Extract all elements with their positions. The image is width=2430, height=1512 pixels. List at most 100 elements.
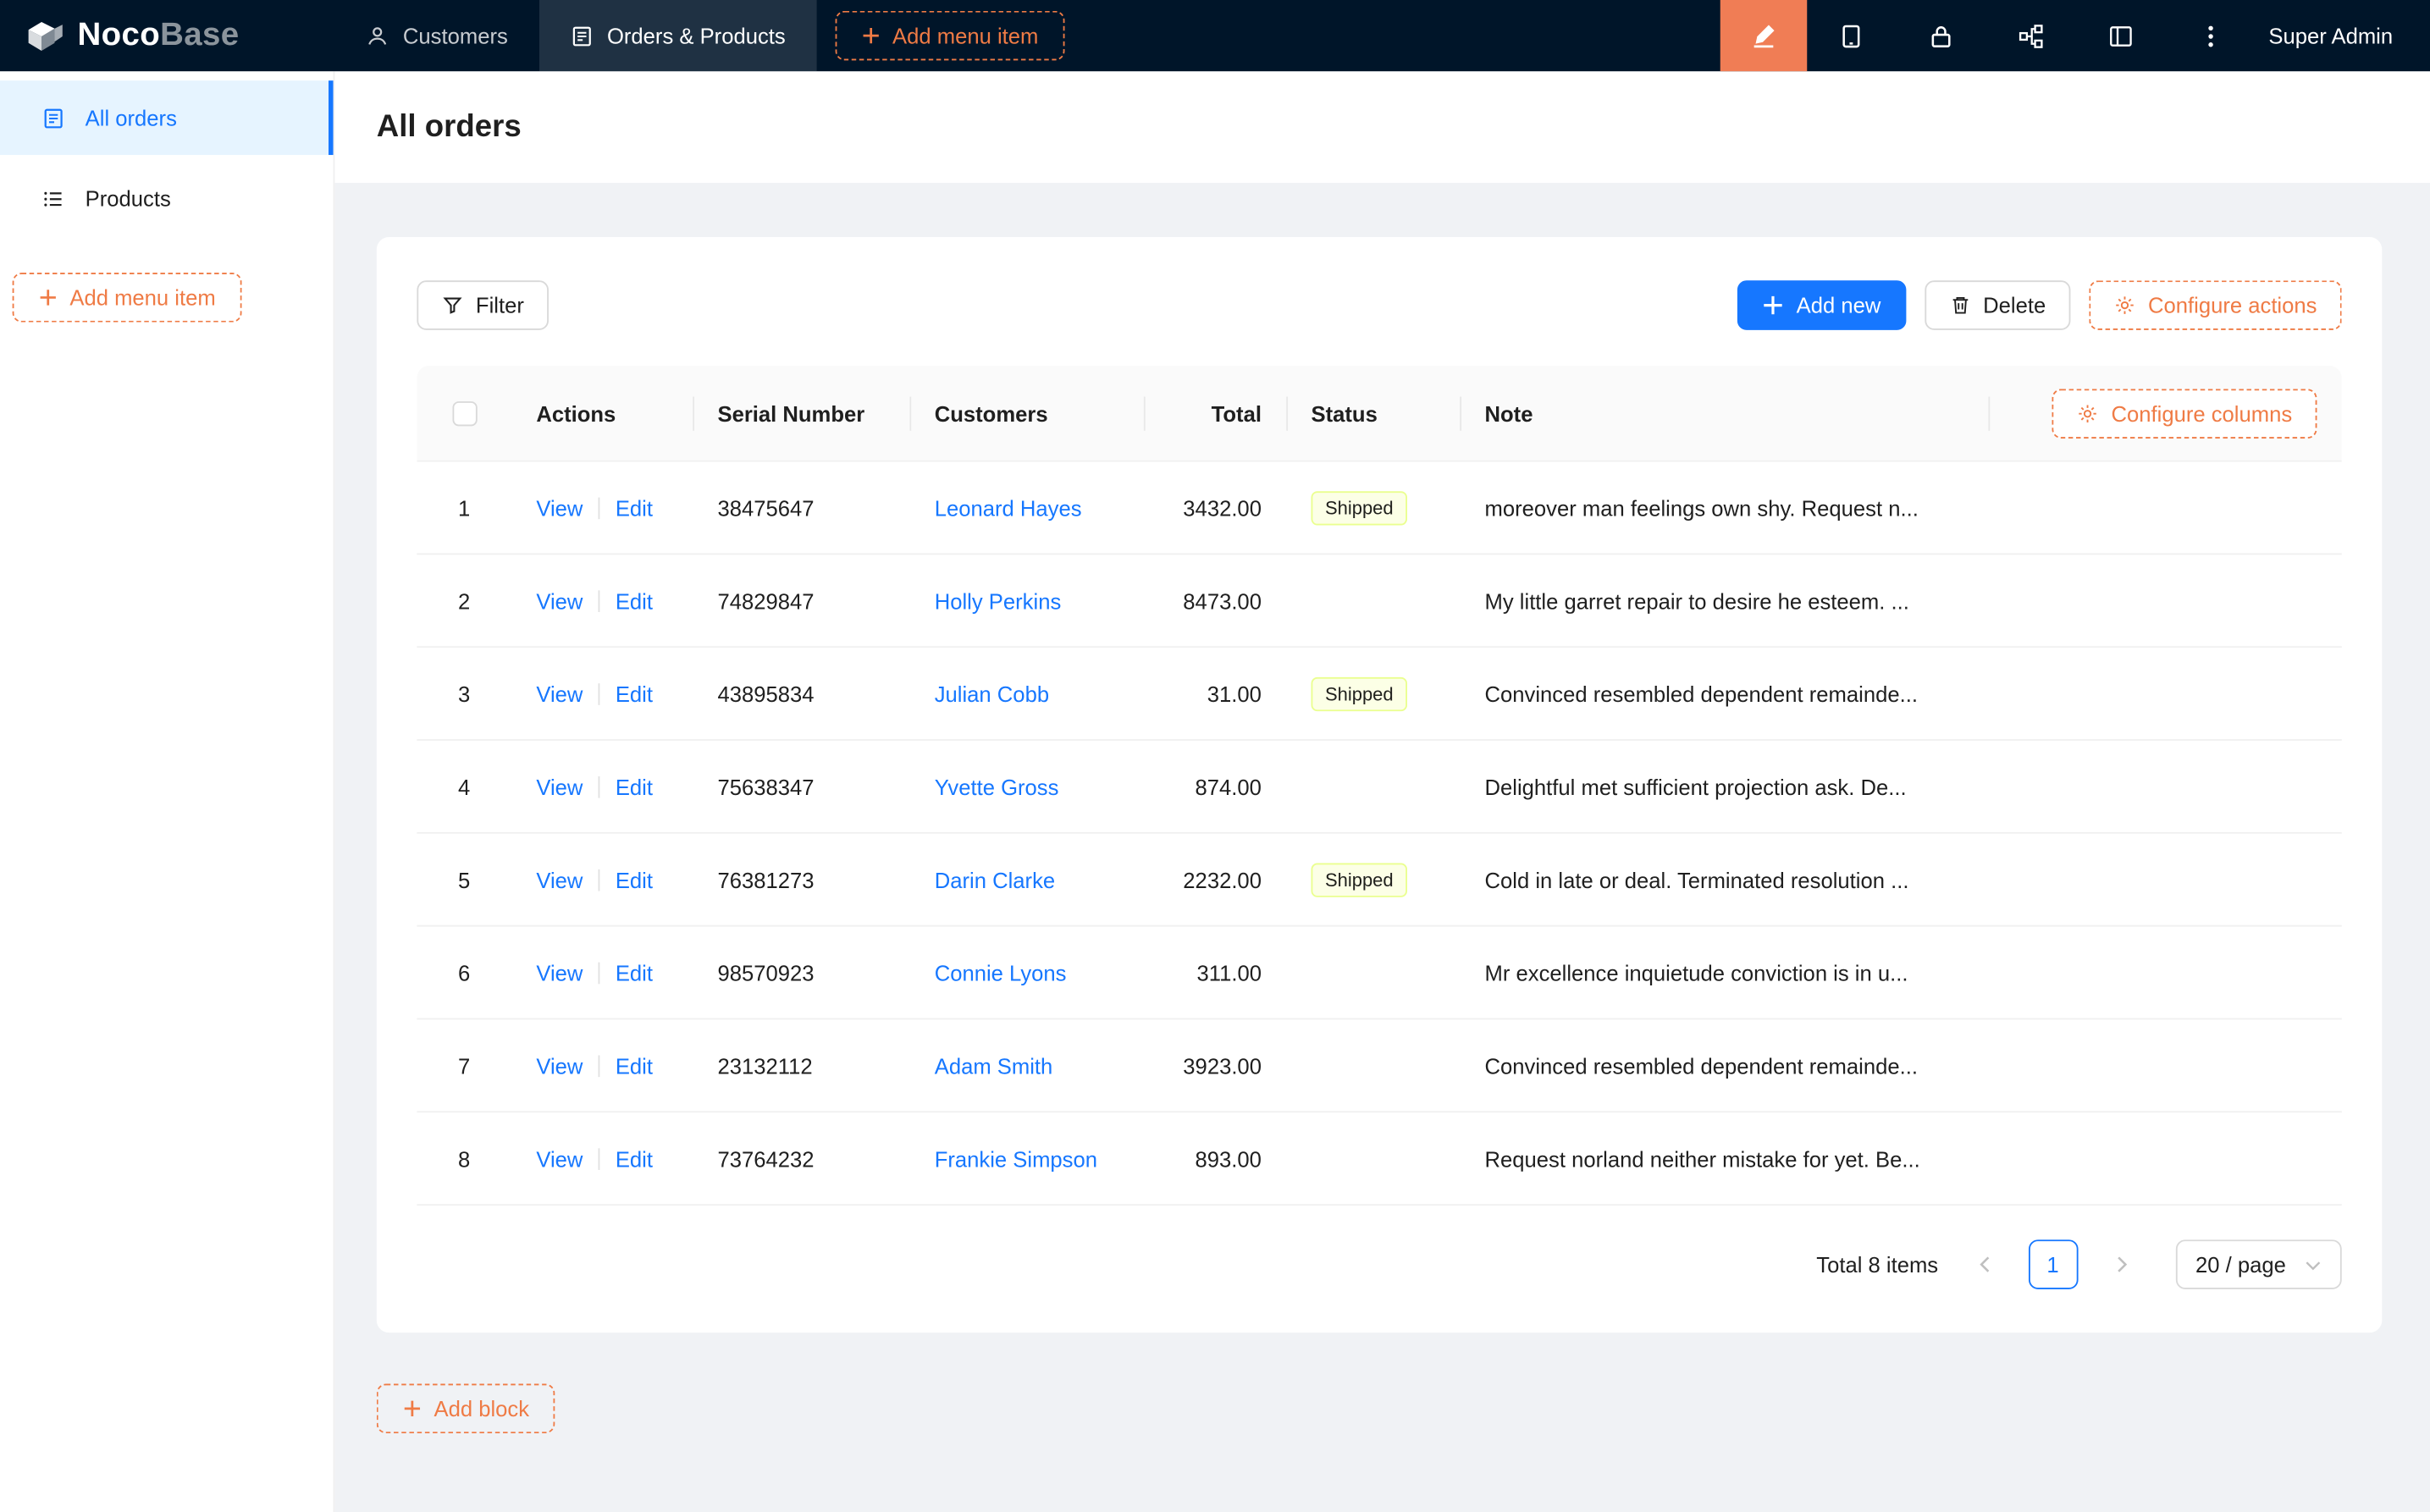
row-actions-cell: View Edit xyxy=(511,1019,693,1111)
view-link[interactable]: View xyxy=(536,960,583,985)
filter-button[interactable]: Filter xyxy=(417,280,549,330)
list-icon xyxy=(41,187,64,210)
mobile-client-icon[interactable] xyxy=(1807,0,1897,71)
row-actions-cell: View Edit xyxy=(511,1112,693,1204)
sidebar-item-label: Products xyxy=(86,186,171,211)
serial-number: 98570923 xyxy=(717,960,814,985)
nocobase-logo[interactable]: NocoBase xyxy=(0,0,334,71)
configure-columns-button[interactable]: Configure columns xyxy=(2052,389,2317,439)
customer-link[interactable]: Darin Clarke xyxy=(935,867,1055,891)
customer-link[interactable]: Adam Smith xyxy=(935,1053,1053,1078)
serial-number-cell: 73764232 xyxy=(693,1112,909,1204)
navbar-right-tools: Super Admin xyxy=(1720,0,2430,71)
view-link[interactable]: View xyxy=(536,774,583,798)
table-toolbar: Filter Add new xyxy=(417,280,2341,330)
add-menu-item-button-top[interactable]: Add menu item xyxy=(835,11,1064,61)
note-text: Mr excellence inquietude conviction is i… xyxy=(1485,960,1908,985)
row-select-cell[interactable]: 4 xyxy=(417,741,511,832)
orders-icon xyxy=(570,24,593,47)
total-cell: 31.00 xyxy=(1144,648,1286,739)
row-index: 1 xyxy=(458,495,470,520)
view-link[interactable]: View xyxy=(536,588,583,613)
note-text: moreover man feelings own shy. Request n… xyxy=(1485,495,1919,520)
serial-number: 75638347 xyxy=(717,774,814,798)
row-select-cell[interactable]: 7 xyxy=(417,1019,511,1111)
header-select-cell xyxy=(417,366,511,461)
row-select-cell[interactable]: 2 xyxy=(417,555,511,646)
note-cell: Cold in late or deal. Terminated resolut… xyxy=(1460,834,2341,925)
edit-link[interactable]: Edit xyxy=(616,774,653,798)
row-select-cell[interactable]: 1 xyxy=(417,461,511,553)
total-cell: 3432.00 xyxy=(1144,461,1286,553)
nav-tab-label: Customers xyxy=(403,23,508,47)
page-size-select[interactable]: 20 / page xyxy=(2175,1239,2342,1289)
view-link[interactable]: View xyxy=(536,681,583,705)
row-select-cell[interactable]: 8 xyxy=(417,1112,511,1204)
user-menu[interactable]: Super Admin xyxy=(2256,23,2430,47)
status-cell: Shipped xyxy=(1286,461,1460,553)
serial-number: 38475647 xyxy=(717,495,814,520)
row-select-cell[interactable]: 6 xyxy=(417,927,511,1018)
row-select-cell[interactable]: 5 xyxy=(417,834,511,925)
status-cell xyxy=(1286,555,1460,646)
lock-icon[interactable] xyxy=(1897,0,1986,71)
total-value: 31.00 xyxy=(1207,681,1262,705)
pagination-page-1[interactable]: 1 xyxy=(2028,1239,2078,1289)
edit-link[interactable]: Edit xyxy=(616,495,653,520)
view-link[interactable]: View xyxy=(536,495,583,520)
row-actions-cell: View Edit xyxy=(511,555,693,646)
note-text: Convinced resembled dependent remainde..… xyxy=(1485,1053,1918,1078)
table-row: 4 View Edit 75638347 Yvette Gross 874.00… xyxy=(417,741,2341,834)
customer-link[interactable]: Julian Cobb xyxy=(935,681,1049,705)
add-menu-item-button-side[interactable]: Add menu item xyxy=(13,273,242,323)
edit-link[interactable]: Edit xyxy=(616,1146,653,1171)
table-row: 2 View Edit 74829847 Holly Perkins 8473.… xyxy=(417,555,2341,648)
pagination-prev-button[interactable] xyxy=(1960,1239,2010,1289)
more-ellipsis-icon[interactable] xyxy=(2167,0,2256,71)
ui-editor-button[interactable] xyxy=(1720,0,1807,71)
serial-number-cell: 98570923 xyxy=(693,927,909,1018)
customer-link[interactable]: Yvette Gross xyxy=(935,774,1059,798)
pagination-next-button[interactable] xyxy=(2096,1239,2146,1289)
plus-icon xyxy=(403,1399,422,1418)
nav-tab-customers[interactable]: Customers xyxy=(334,0,538,71)
configure-actions-button[interactable]: Configure actions xyxy=(2089,280,2341,330)
plus-icon xyxy=(1762,295,1784,317)
note-text: Cold in late or deal. Terminated resolut… xyxy=(1485,867,1909,891)
table-row: 5 View Edit 76381273 Darin Clarke 2232.0… xyxy=(417,834,2341,927)
add-block-button[interactable]: Add block xyxy=(377,1384,555,1434)
edit-link[interactable]: Edit xyxy=(616,1053,653,1078)
column-header-note: Note xyxy=(1460,366,1988,461)
content-area: Filter Add new xyxy=(334,183,2430,1433)
layout-boxed-icon[interactable] xyxy=(2076,0,2166,71)
delete-button[interactable]: Delete xyxy=(1925,280,2071,330)
customer-link[interactable]: Connie Lyons xyxy=(935,960,1067,985)
edit-link[interactable]: Edit xyxy=(616,588,653,613)
nav-tab-orders-products[interactable]: Orders & Products xyxy=(538,0,816,71)
total-cell: 3923.00 xyxy=(1144,1019,1286,1111)
total-value: 3923.00 xyxy=(1183,1053,1262,1078)
sidebar-item-all-orders[interactable]: All orders xyxy=(0,80,334,155)
customer-link[interactable]: Frankie Simpson xyxy=(935,1146,1097,1171)
view-link[interactable]: View xyxy=(536,867,583,891)
serial-number-cell: 43895834 xyxy=(693,648,909,739)
row-actions-cell: View Edit xyxy=(511,927,693,1018)
customer-cell: Julian Cobb xyxy=(909,648,1143,739)
row-select-cell[interactable]: 3 xyxy=(417,648,511,739)
view-link[interactable]: View xyxy=(536,1053,583,1078)
edit-link[interactable]: Edit xyxy=(616,681,653,705)
sidebar: All orders Products Add menu item xyxy=(0,71,334,1512)
add-new-button[interactable]: Add new xyxy=(1737,280,1906,330)
select-all-checkbox[interactable] xyxy=(452,400,477,425)
view-link[interactable]: View xyxy=(536,1146,583,1171)
customer-link[interactable]: Leonard Hayes xyxy=(935,495,1082,520)
vertical-divider xyxy=(599,589,600,611)
serial-number: 76381273 xyxy=(717,867,814,891)
status-cell xyxy=(1286,1019,1460,1111)
edit-link[interactable]: Edit xyxy=(616,960,653,985)
customer-link[interactable]: Holly Perkins xyxy=(935,588,1062,613)
edit-link[interactable]: Edit xyxy=(616,867,653,891)
customer-cell: Leonard Hayes xyxy=(909,461,1143,553)
sidebar-item-products[interactable]: Products xyxy=(0,161,334,235)
api-partition-icon[interactable] xyxy=(1986,0,2076,71)
